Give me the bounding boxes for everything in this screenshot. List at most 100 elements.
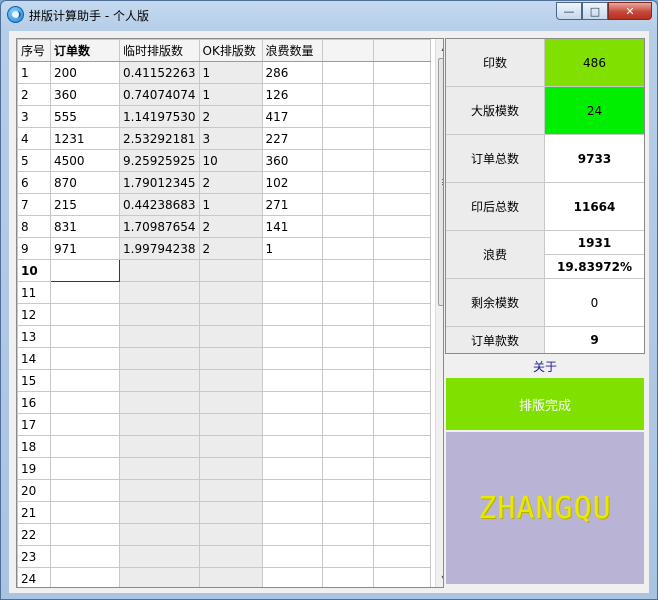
table-cell[interactable] — [372, 545, 431, 568]
table-cell[interactable] — [261, 259, 323, 282]
table-cell[interactable] — [321, 435, 374, 458]
table-cell[interactable] — [261, 281, 323, 304]
table-cell[interactable] — [261, 347, 323, 370]
table-cell[interactable] — [198, 523, 263, 546]
table-cell[interactable] — [321, 237, 374, 260]
table-cell[interactable] — [372, 259, 431, 282]
row-index-cell[interactable]: 2 — [17, 83, 51, 106]
row-index-cell[interactable]: 10 — [17, 259, 51, 282]
table-cell[interactable] — [321, 61, 374, 84]
table-cell[interactable] — [119, 523, 200, 546]
column-header[interactable]: 订单数 — [50, 39, 120, 62]
table-cell[interactable] — [119, 281, 200, 304]
table-cell[interactable]: 0.74074074 — [119, 83, 200, 106]
table-row[interactable]: 13 — [17, 325, 431, 348]
row-index-cell[interactable]: 3 — [17, 105, 51, 128]
row-index-cell[interactable]: 21 — [17, 501, 51, 524]
table-cell[interactable] — [321, 83, 374, 106]
row-index-cell[interactable]: 4 — [17, 127, 51, 150]
table-cell[interactable] — [261, 325, 323, 348]
table-cell[interactable] — [261, 413, 323, 436]
row-index-cell[interactable]: 12 — [17, 303, 51, 326]
row-index-cell[interactable]: 18 — [17, 435, 51, 458]
table-cell[interactable] — [321, 193, 374, 216]
table-cell[interactable] — [119, 457, 200, 480]
table-cell[interactable]: 971 — [50, 237, 120, 260]
table-cell[interactable] — [261, 545, 323, 568]
table-cell[interactable] — [198, 259, 263, 282]
table-cell[interactable] — [261, 501, 323, 524]
table-cell[interactable]: 0.44238683 — [119, 193, 200, 216]
table-row[interactable]: 16 — [17, 391, 431, 414]
column-header[interactable]: 序号 — [17, 39, 51, 62]
table-cell[interactable]: 555 — [50, 105, 120, 128]
table-cell[interactable]: 360 — [50, 83, 120, 106]
table-cell[interactable] — [198, 347, 263, 370]
table-cell[interactable] — [372, 325, 431, 348]
table-cell[interactable] — [261, 369, 323, 392]
table-cell[interactable] — [372, 567, 431, 587]
table-row[interactable]: 8 831 1.70987654 2 141 — [17, 215, 431, 238]
table-cell[interactable]: 417 — [261, 105, 323, 128]
scroll-up-icon[interactable]: ▲ — [436, 39, 443, 56]
table-cell[interactable] — [372, 391, 431, 414]
table-cell[interactable]: 1 — [198, 193, 263, 216]
table-row[interactable]: 17 — [17, 413, 431, 436]
table-cell[interactable] — [372, 303, 431, 326]
table-cell[interactable]: 2 — [198, 215, 263, 238]
scrollbar-thumb[interactable] — [438, 58, 443, 306]
table-cell[interactable] — [50, 435, 120, 458]
table-row[interactable]: 22 — [17, 523, 431, 546]
table-cell[interactable] — [372, 457, 431, 480]
table-cell[interactable] — [372, 413, 431, 436]
row-index-cell[interactable]: 6 — [17, 171, 51, 194]
table-row[interactable]: 18 — [17, 435, 431, 458]
row-index-cell[interactable]: 13 — [17, 325, 51, 348]
layout-done-button[interactable]: 排版完成 — [446, 378, 644, 430]
table-cell[interactable] — [321, 545, 374, 568]
table-cell[interactable]: 200 — [50, 61, 120, 84]
table-row[interactable]: 21 — [17, 501, 431, 524]
row-index-cell[interactable]: 16 — [17, 391, 51, 414]
row-index-cell[interactable]: 8 — [17, 215, 51, 238]
table-cell[interactable] — [198, 391, 263, 414]
table-cell[interactable]: 360 — [261, 149, 323, 172]
table-cell[interactable]: 831 — [50, 215, 120, 238]
row-index-cell[interactable]: 19 — [17, 457, 51, 480]
table-cell[interactable] — [50, 501, 120, 524]
table-cell[interactable] — [198, 479, 263, 502]
row-index-cell[interactable]: 20 — [17, 479, 51, 502]
table-cell[interactable] — [261, 303, 323, 326]
grid-vertical-scrollbar[interactable]: ▲ ▼ — [435, 39, 443, 587]
column-header[interactable] — [372, 39, 431, 62]
table-cell[interactable]: 1.14197530 — [119, 105, 200, 128]
table-cell[interactable] — [261, 567, 323, 587]
table-cell[interactable] — [261, 435, 323, 458]
title-bar[interactable]: 拼版计算助手 - 个人版 — □ ✕ — [1, 1, 657, 29]
about-link[interactable]: 关于 — [445, 355, 645, 377]
close-button[interactable]: ✕ — [608, 2, 652, 20]
table-cell[interactable]: 141 — [261, 215, 323, 238]
table-row[interactable]: 15 — [17, 369, 431, 392]
column-header[interactable] — [321, 39, 374, 62]
table-cell[interactable] — [372, 501, 431, 524]
table-cell[interactable] — [119, 501, 200, 524]
table-row[interactable]: 12 — [17, 303, 431, 326]
table-cell[interactable]: 1.79012345 — [119, 171, 200, 194]
column-header[interactable]: 临时排版数 — [119, 39, 200, 62]
table-cell[interactable]: 2 — [198, 237, 263, 260]
table-cell[interactable] — [321, 215, 374, 238]
table-cell[interactable] — [50, 479, 120, 502]
row-index-cell[interactable]: 17 — [17, 413, 51, 436]
table-cell[interactable]: 10 — [198, 149, 263, 172]
table-cell[interactable] — [321, 413, 374, 436]
row-index-cell[interactable]: 22 — [17, 523, 51, 546]
table-row[interactable]: 6 870 1.79012345 2 102 — [17, 171, 431, 194]
table-cell[interactable] — [198, 567, 263, 587]
table-cell[interactable] — [198, 457, 263, 480]
table-row[interactable]: 7 215 0.44238683 1 271 — [17, 193, 431, 216]
table-cell[interactable]: 870 — [50, 171, 120, 194]
table-cell[interactable] — [198, 325, 263, 348]
table-row[interactable]: 10 — [17, 259, 431, 282]
table-cell[interactable] — [261, 523, 323, 546]
